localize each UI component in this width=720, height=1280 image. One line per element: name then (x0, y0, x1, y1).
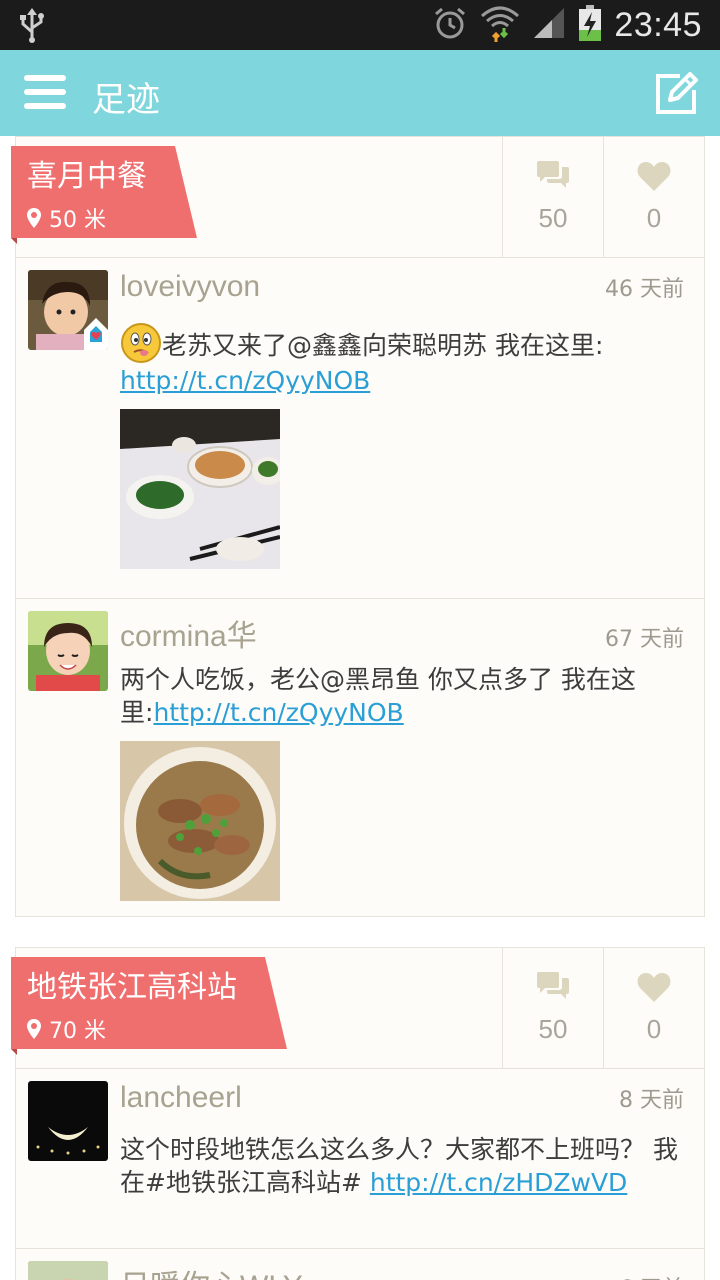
location-header: 地铁张江高科站 70 米 50 0 (11, 948, 704, 1069)
likes-count: 0 (646, 203, 662, 233)
post-header: cormina华 67 天前 (120, 611, 684, 661)
signal-icon (532, 6, 566, 44)
usb-icon (16, 6, 48, 48)
location-distance: 70 米 (49, 1019, 106, 1044)
post-photo[interactable] (120, 409, 280, 569)
comments-count-button[interactable]: 50 (502, 137, 603, 258)
heart-icon (637, 162, 671, 191)
post-text: 老苏又来了@鑫鑫向荣聪明苏 我在这里: http://t.cn/zQyyNOB (120, 322, 684, 397)
username[interactable]: lancheerl (120, 1081, 242, 1115)
heart-icon (637, 973, 671, 1002)
comments-count-button[interactable]: 50 (502, 948, 603, 1069)
avatar[interactable] (28, 270, 108, 350)
post-time: 46 天前 (605, 277, 684, 302)
status-bar: 23:45 (0, 0, 720, 50)
post-item[interactable]: cormina华 67 天前 两个人吃饭，老公@黑昂鱼 你又点多了 我在这里:h… (16, 599, 704, 916)
avatar[interactable] (28, 1081, 108, 1161)
likes-count-button[interactable]: 0 (603, 137, 704, 258)
location-name: 喜月中餐 (27, 159, 147, 194)
location-name: 地铁张江高科站 (27, 970, 237, 1005)
hamburger-menu-icon[interactable] (24, 75, 68, 111)
avatar[interactable] (28, 1261, 108, 1280)
clock-time: 23:45 (614, 5, 702, 44)
app-bar: 足迹 (0, 50, 720, 136)
post-body: cormina华 67 天前 两个人吃饭，老公@黑昂鱼 你又点多了 我在这里:h… (120, 611, 684, 901)
comments-icon (537, 161, 569, 188)
ribbon-fold (11, 1049, 17, 1055)
post-photo[interactable] (120, 741, 280, 901)
location-card: 地铁张江高科站 70 米 50 0 lancheerl 8 天前 这个时段地铁怎… (11, 947, 705, 1280)
post-body: 日暖你心WLY 6 天前 (120, 1261, 684, 1280)
post-header: lancheerl 8 天前 (120, 1081, 684, 1131)
ribbon-fold (11, 238, 17, 244)
alarm-icon (432, 5, 468, 45)
likes-count: 0 (646, 1014, 662, 1044)
likes-count-button[interactable]: 0 (603, 948, 704, 1069)
post-body: loveivyvon 46 天前 老苏又来了@鑫鑫向荣聪明苏 我在这里: http… (120, 270, 684, 569)
post-link[interactable]: http://t.cn/zHDZwVD (370, 1168, 627, 1197)
location-distance-row: 50 米 (27, 202, 147, 234)
comments-count: 50 (538, 203, 568, 233)
wifi-icon (480, 4, 520, 46)
location-pin-icon (27, 1019, 41, 1039)
comments-count: 50 (538, 1014, 568, 1044)
post-text: 两个人吃饭，老公@黑昂鱼 你又点多了 我在这里:http://t.cn/zQyy… (120, 663, 684, 729)
avatar[interactable] (28, 611, 108, 691)
username[interactable]: cormina华 (120, 611, 257, 655)
location-ribbon[interactable]: 喜月中餐 50 米 (11, 146, 197, 238)
comments-icon (537, 972, 569, 999)
page-title: 足迹 (92, 80, 160, 120)
location-ribbon[interactable]: 地铁张江高科站 70 米 (11, 957, 287, 1049)
post-time: 6 天前 (619, 1271, 684, 1280)
username[interactable]: 日暖你心WLY (120, 1261, 303, 1280)
post-item[interactable]: loveivyvon 46 天前 老苏又来了@鑫鑫向荣聪明苏 我在这里: http… (16, 258, 704, 599)
location-distance-row: 70 米 (27, 1013, 237, 1045)
post-time: 67 天前 (605, 627, 684, 652)
post-header: loveivyvon 46 天前 (120, 270, 684, 320)
location-card: 喜月中餐 50 米 50 0 loveivyvon 46 天前 老苏又来了@鑫鑫… (11, 136, 705, 917)
post-header: 日暖你心WLY 6 天前 (120, 1261, 684, 1280)
username[interactable]: loveivyvon (120, 270, 260, 304)
compose-edit-icon[interactable] (654, 72, 698, 116)
post-body: lancheerl 8 天前 这个时段地铁怎么这么多人？大家都不上班吗？ 我在#… (120, 1081, 684, 1199)
post-text-content: 老苏又来了@鑫鑫向荣聪明苏 我在这里: (162, 331, 604, 360)
location-header: 喜月中餐 50 米 50 0 (11, 137, 704, 258)
post-text: 这个时段地铁怎么这么多人？大家都不上班吗？ 我在#地铁张江高科站# http:/… (120, 1133, 684, 1199)
thinking-face-emoji (121, 323, 161, 363)
post-time: 8 天前 (619, 1088, 684, 1113)
location-distance: 50 米 (49, 208, 106, 233)
post-link[interactable]: http://t.cn/zQyyNOB (120, 366, 370, 395)
location-pin-icon (27, 208, 41, 228)
post-item[interactable]: lancheerl 8 天前 这个时段地铁怎么这么多人？大家都不上班吗？ 我在#… (16, 1069, 704, 1249)
post-link[interactable]: http://t.cn/zQyyNOB (153, 698, 403, 727)
battery-charging-icon (578, 4, 602, 46)
post-item[interactable]: 日暖你心WLY 6 天前 (16, 1249, 704, 1280)
